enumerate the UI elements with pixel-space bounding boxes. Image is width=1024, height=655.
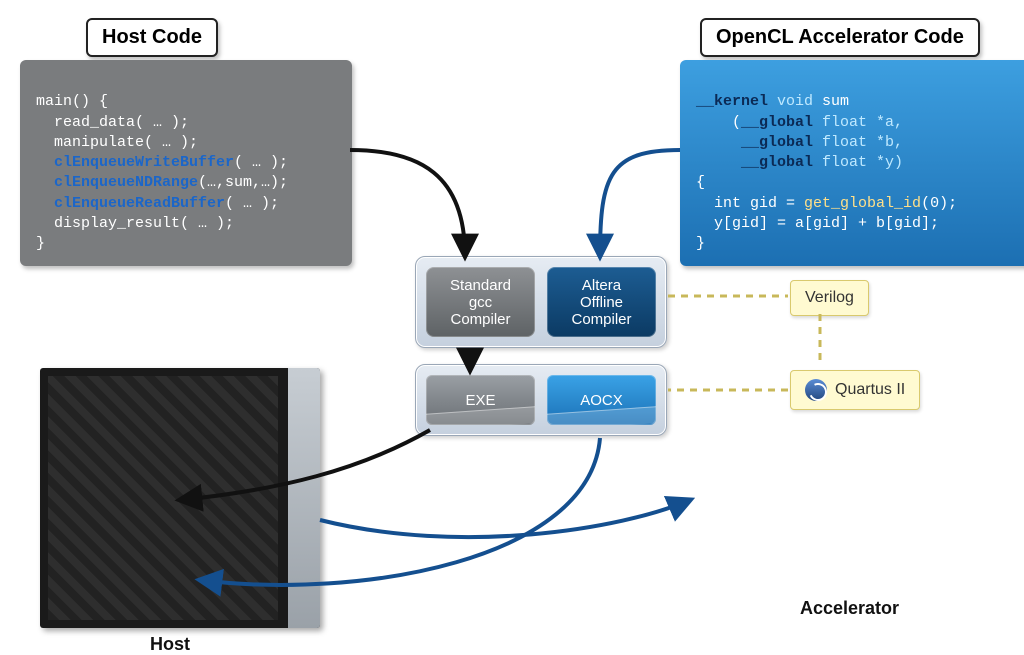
output-files-panel: EXE AOCX bbox=[415, 364, 667, 436]
aocx-file-box: AOCX bbox=[547, 375, 656, 425]
altera-compiler-box: Altera Offline Compiler bbox=[547, 267, 656, 337]
host-code-title: Host Code bbox=[86, 18, 218, 57]
code-line: main() { read_data( … ); manipulate( … )… bbox=[36, 93, 288, 252]
host-code-box: main() { read_data( … ); manipulate( … )… bbox=[20, 60, 352, 266]
gcc-compiler-box: Standard gcc Compiler bbox=[426, 267, 535, 337]
accelerator-caption: Accelerator bbox=[800, 598, 899, 619]
kernel-code-box: __kernel void sum (__global float *a, __… bbox=[680, 60, 1024, 266]
quartus-icon bbox=[805, 379, 827, 401]
code-line: __kernel void sum (__global float *a, __… bbox=[696, 93, 957, 252]
verilog-note: Verilog bbox=[790, 280, 869, 316]
kernel-code-title: OpenCL Accelerator Code bbox=[700, 18, 980, 57]
exe-file-box: EXE bbox=[426, 375, 535, 425]
host-hardware-image bbox=[40, 368, 320, 628]
quartus-note: Quartus II bbox=[790, 370, 920, 410]
compiler-panel: Standard gcc Compiler Altera Offline Com… bbox=[415, 256, 667, 348]
host-caption: Host bbox=[150, 634, 190, 655]
